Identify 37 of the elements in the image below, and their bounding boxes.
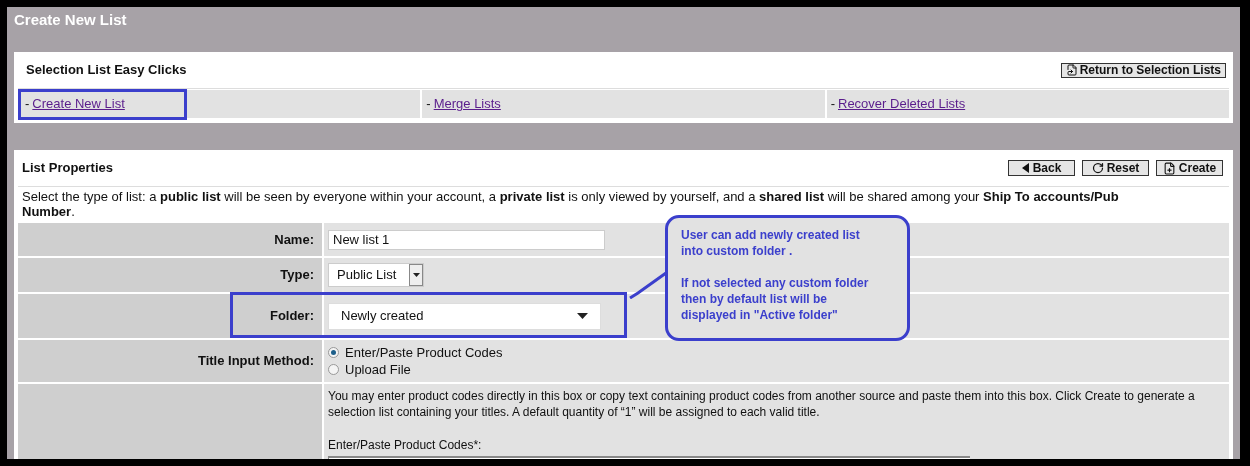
field-label: Name: xyxy=(274,230,314,249)
name-field[interactable]: New list 1 xyxy=(328,229,605,250)
triangle-left-icon xyxy=(1021,163,1030,173)
radio-button[interactable] xyxy=(328,347,339,358)
back-button[interactable]: Back xyxy=(1008,160,1075,176)
return-button[interactable]: Return to Selection Lists xyxy=(1060,62,1226,78)
page-title: Create New List xyxy=(14,10,128,30)
reset-button[interactable]: Reset xyxy=(1082,160,1149,176)
list-link[interactable]: Merge Lists xyxy=(433,94,501,114)
callout-text: into custom folder . xyxy=(681,243,794,259)
list-link[interactable]: Recover Deleted Lists xyxy=(838,94,966,114)
field-label: Type: xyxy=(280,266,314,285)
help-text: You may enter product codes directly in this box or copy text containing product codes from another source and paste them into this box. Click Create to generate a selection list containing your titles. A default quantity of “1” will be assigned to each valid title. xyxy=(328,388,1196,420)
bullet-dash: - xyxy=(830,95,835,114)
callout-text: then by default list will be xyxy=(681,291,828,307)
radio-button[interactable] xyxy=(328,364,339,375)
field-label: Folder: xyxy=(269,307,314,326)
list-link[interactable]: Create New List xyxy=(32,94,125,114)
section-title: List Properties xyxy=(22,159,114,178)
bullet-dash: - xyxy=(426,95,431,114)
callout-text: displayed in "Active folder" xyxy=(681,307,839,323)
return-icon xyxy=(1065,64,1078,76)
bullet-dash: - xyxy=(25,95,30,114)
create-button[interactable]: Create xyxy=(1156,160,1223,176)
field-label: Enter/Paste Product Codes*: xyxy=(328,437,483,454)
reset-icon xyxy=(1091,162,1104,174)
radio-label: Enter/Paste Product Codes xyxy=(345,343,503,362)
type-select[interactable]: Public List xyxy=(328,263,424,287)
folder-dropdown[interactable]: Newly created xyxy=(328,302,601,330)
callout-text: User can add newly created list xyxy=(681,227,861,243)
caret-icon xyxy=(577,313,588,319)
field-label: Title Input Method: xyxy=(197,352,314,371)
file-plus-icon xyxy=(1162,161,1176,175)
section-title: Selection List Easy Clicks xyxy=(26,61,187,80)
callout-text: If not selected any custom folder xyxy=(681,275,870,291)
intro-text: Select the type of list: a public list will be seen by everyone within your account, a private list is only viewed by yourself, and a shared list will be shared among your Ship To accounts/Pub Number. xyxy=(21,188,1120,221)
radio-label: Upload File xyxy=(345,360,411,379)
